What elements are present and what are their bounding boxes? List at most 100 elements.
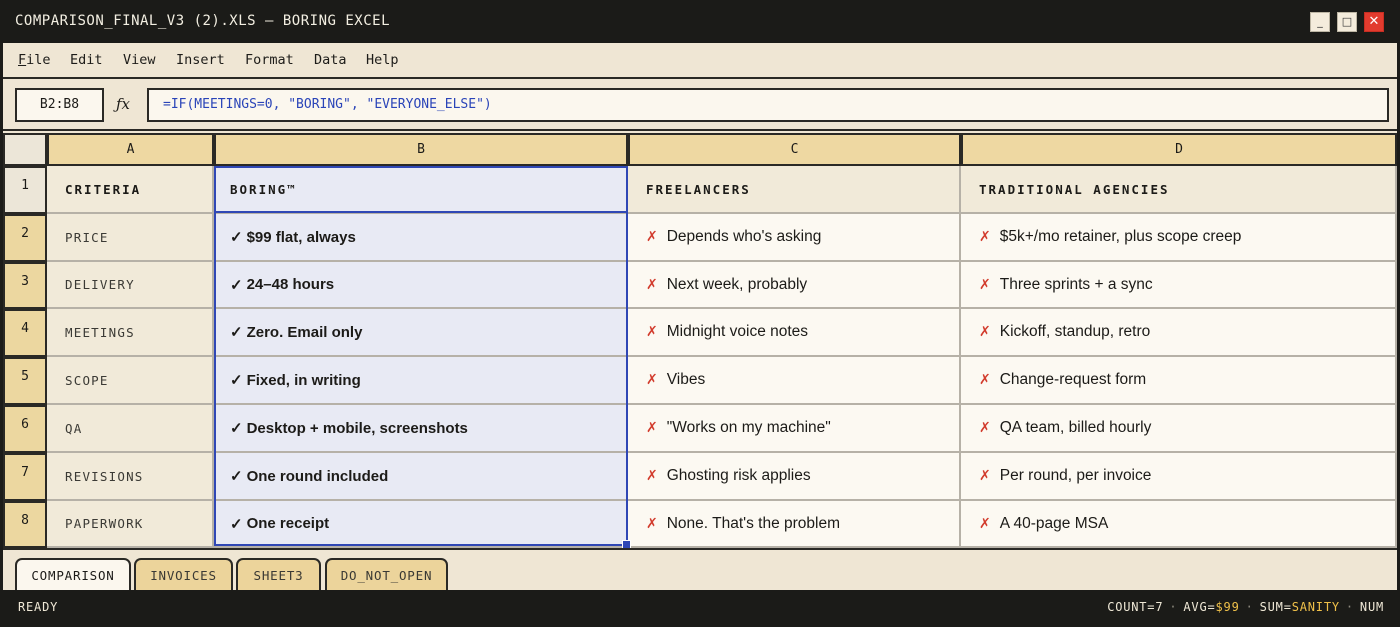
cross-icon: ✗ xyxy=(646,229,658,245)
tab-comparison[interactable]: COMPARISON xyxy=(15,558,131,592)
cross-icon: ✗ xyxy=(646,515,658,532)
cell-text: Three sprints + a sync xyxy=(999,275,1153,293)
tab-sheet3[interactable]: SHEET3 xyxy=(236,558,321,592)
cell-b7[interactable]: ✓ One round included xyxy=(214,453,628,501)
row-header-2[interactable]: 2 xyxy=(3,214,47,262)
title-bar: COMPARISON_FINAL_V3 (2).XLS — BORING EXC… xyxy=(0,0,1400,43)
cell-a8[interactable]: PAPERWORK xyxy=(47,501,214,548)
row-header-6[interactable]: 6 xyxy=(3,405,47,453)
cell-d3[interactable]: ✗ Three sprints + a sync xyxy=(961,262,1397,309)
cell-text: Desktop + mobile, screenshots xyxy=(246,419,468,437)
status-separator: · xyxy=(1169,600,1178,614)
cell-b4[interactable]: ✓ Zero. Email only xyxy=(214,309,628,357)
menu-help[interactable]: Help xyxy=(366,52,399,68)
cell-a1[interactable]: CRITERIA xyxy=(47,166,214,214)
cell-text: REVISIONS xyxy=(65,468,144,484)
cell-text: $99 flat, always xyxy=(246,228,356,246)
cell-d6[interactable]: ✗ QA team, billed hourly xyxy=(961,405,1397,453)
cell-text: FREELANCERS xyxy=(646,181,751,197)
check-icon: ✓ xyxy=(230,324,243,341)
cell-text: One receipt xyxy=(246,515,330,532)
cell-b2[interactable]: ✓ $99 flat, always xyxy=(214,214,628,262)
cell-text: TRADITIONAL AGENCIES xyxy=(979,181,1170,197)
cell-b8[interactable]: ✓ One receipt xyxy=(214,501,628,548)
cell-c8[interactable]: ✗ None. That's the problem xyxy=(628,501,961,548)
close-button[interactable]: ✕ xyxy=(1364,12,1384,32)
tab-invoices[interactable]: INVOICES xyxy=(134,558,233,592)
cell-c2[interactable]: ✗ Depends who's asking xyxy=(628,214,961,262)
row-header-1[interactable]: 1 xyxy=(3,166,47,214)
row-header-7[interactable]: 7 xyxy=(3,453,47,501)
cell-a6[interactable]: QA xyxy=(47,405,214,453)
cell-c5[interactable]: ✗ Vibes xyxy=(628,357,961,405)
menu-view[interactable]: View xyxy=(123,52,156,68)
cell-a5[interactable]: SCOPE xyxy=(47,357,214,405)
row-header-3[interactable]: 3 xyxy=(3,262,47,309)
status-avg-label: AVG= xyxy=(1183,600,1216,614)
menu-edit[interactable]: Edit xyxy=(70,52,103,68)
cell-text: Fixed, in writing xyxy=(246,371,361,389)
column-header-c[interactable]: C xyxy=(628,133,961,166)
cell-c7[interactable]: ✗ Ghosting risk applies xyxy=(628,453,961,501)
cell-d5[interactable]: ✗ Change-request form xyxy=(961,357,1397,405)
menu-data[interactable]: Data xyxy=(314,52,347,68)
cell-text: $5k+/mo retainer, plus scope creep xyxy=(999,228,1242,245)
column-header-a[interactable]: A xyxy=(47,133,214,166)
cell-b5[interactable]: ✓ Fixed, in writing xyxy=(214,357,628,405)
cell-c4[interactable]: ✗ Midnight voice notes xyxy=(628,309,961,357)
fx-icon[interactable]: ƒx xyxy=(116,95,130,113)
row-header-8[interactable]: 8 xyxy=(3,501,47,548)
formula-input[interactable]: =IF(MEETINGS=0, "BORING", "EVERYONE_ELSE… xyxy=(147,88,1389,122)
column-header-b[interactable]: B xyxy=(214,133,628,166)
row-header-5[interactable]: 5 xyxy=(3,357,47,405)
cross-icon: ✗ xyxy=(646,372,658,388)
cell-d4[interactable]: ✗ Kickoff, standup, retro xyxy=(961,309,1397,357)
cell-text: CRITERIA xyxy=(65,181,142,197)
cell-a4[interactable]: MEETINGS xyxy=(47,309,214,357)
status-sum-label: SUM= xyxy=(1259,600,1292,614)
cell-text: Next week, probably xyxy=(666,275,808,293)
cell-text: DELIVERY xyxy=(65,277,135,292)
sheet-tabs: COMPARISON INVOICES SHEET3 DO_NOT_OPEN xyxy=(3,548,1397,592)
cell-c3[interactable]: ✗ Next week, probably xyxy=(628,262,961,309)
cross-icon: ✗ xyxy=(979,372,991,388)
spreadsheet-grid: A B C D 1 CRITERIA BORING™ FREELANCERS TRADI… xyxy=(3,131,1397,549)
cross-icon: ✗ xyxy=(979,229,991,245)
cell-a7[interactable]: REVISIONS xyxy=(47,453,214,501)
check-icon: ✓ xyxy=(230,276,243,294)
cell-text: Ghosting risk applies xyxy=(666,467,811,484)
maximize-button[interactable]: □ xyxy=(1337,12,1357,32)
menu-file-mnemonic: F xyxy=(18,52,27,68)
cell-c6[interactable]: ✗ "Works on my machine" xyxy=(628,405,961,453)
check-icon: ✓ xyxy=(230,420,243,437)
cell-d7[interactable]: ✗ Per round, per invoice xyxy=(961,453,1397,501)
menu-file[interactable]: File xyxy=(18,52,51,68)
cell-text: QA xyxy=(65,420,83,436)
cell-d8[interactable]: ✗ A 40-page MSA xyxy=(961,501,1397,548)
select-all-corner[interactable] xyxy=(3,133,47,166)
cell-b6[interactable]: ✓ Desktop + mobile, screenshots xyxy=(214,405,628,453)
cell-text: QA team, billed hourly xyxy=(999,419,1152,436)
row-header-4[interactable]: 4 xyxy=(3,309,47,357)
tab-do-not-open[interactable]: DO_NOT_OPEN xyxy=(325,558,448,592)
cell-a3[interactable]: DELIVERY xyxy=(47,262,214,309)
cell-text: One round included xyxy=(246,467,389,485)
minimize-button[interactable]: _ xyxy=(1310,12,1330,32)
cell-d2[interactable]: ✗ $5k+/mo retainer, plus scope creep xyxy=(961,214,1397,262)
app-window: COMPARISON_FINAL_V3 (2).XLS — BORING EXC… xyxy=(0,0,1400,627)
cell-b1[interactable]: BORING™ xyxy=(214,166,628,214)
cell-c1[interactable]: FREELANCERS xyxy=(628,166,961,214)
cell-text: A 40-page MSA xyxy=(999,514,1109,532)
cross-icon: ✗ xyxy=(979,420,991,436)
cell-text: PAPERWORK xyxy=(65,516,144,531)
cell-a2[interactable]: PRICE xyxy=(47,214,214,262)
name-box[interactable]: B2:B8 xyxy=(15,88,104,122)
menu-insert[interactable]: Insert xyxy=(176,52,225,68)
status-count: COUNT=7 xyxy=(1107,600,1164,614)
cell-b3[interactable]: ✓ 24–48 hours xyxy=(214,262,628,309)
cell-d1[interactable]: TRADITIONAL AGENCIES xyxy=(961,166,1397,214)
menu-format[interactable]: Format xyxy=(245,52,294,68)
status-mode: NUM xyxy=(1359,600,1384,614)
column-header-d[interactable]: D xyxy=(961,133,1397,166)
cell-text: 24–48 hours xyxy=(246,276,335,293)
